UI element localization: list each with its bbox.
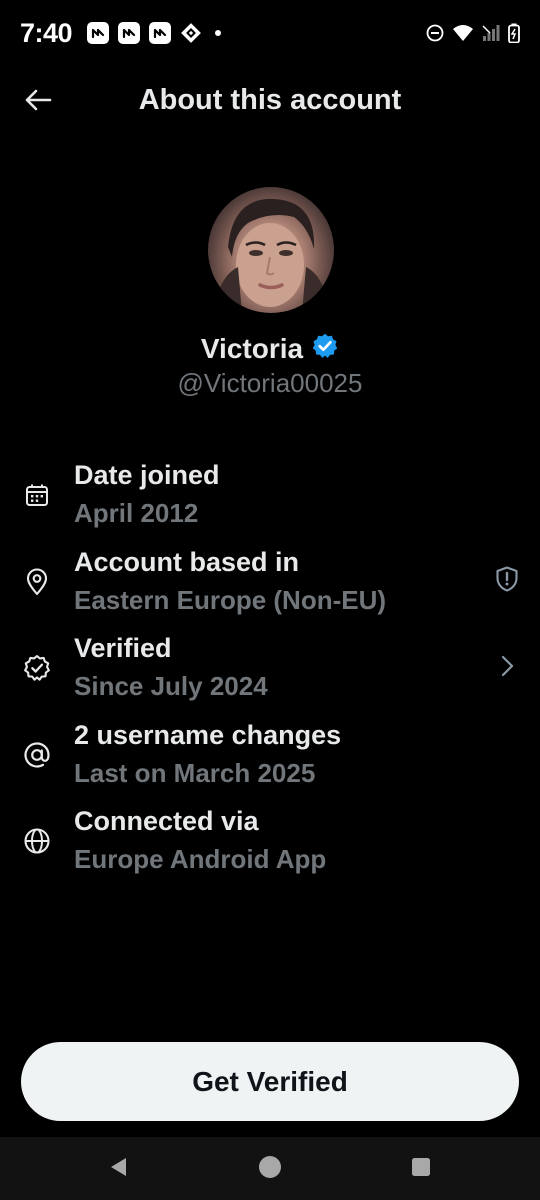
info-row-verified[interactable]: Verified Since July 2024 bbox=[0, 625, 540, 712]
at-sign-icon bbox=[22, 740, 52, 770]
diamond-app-icon bbox=[180, 22, 202, 44]
info-text: Date joined April 2012 bbox=[74, 456, 220, 532]
info-text: Verified Since July 2024 bbox=[74, 629, 268, 705]
info-title: Account based in bbox=[74, 546, 300, 577]
info-subtitle: Europe Android App bbox=[74, 844, 327, 874]
verified-badge-icon bbox=[311, 332, 339, 365]
info-title: 2 username changes bbox=[74, 719, 342, 750]
clock: 7:40 bbox=[20, 17, 73, 48]
n-app-icon bbox=[118, 22, 141, 44]
location-info-button[interactable] bbox=[492, 565, 522, 598]
n-app-icon bbox=[87, 22, 110, 44]
avatar-portrait bbox=[214, 198, 328, 313]
system-navigation-bar bbox=[0, 1137, 540, 1200]
more-notifications-dot bbox=[215, 30, 222, 36]
globe-icon bbox=[22, 826, 52, 856]
about-account-screen: 7:40 About this account Victoria @Victor… bbox=[0, 0, 540, 1200]
info-text: 2 username changes Last on March 2025 bbox=[74, 716, 341, 792]
chevron-right-icon bbox=[497, 653, 517, 684]
battery-icon bbox=[508, 23, 520, 43]
info-subtitle: April 2012 bbox=[74, 498, 199, 528]
verified-details-button[interactable] bbox=[492, 653, 522, 683]
info-title: Verified bbox=[74, 633, 172, 663]
do-not-disturb-icon bbox=[426, 24, 444, 42]
location-pin-icon bbox=[22, 567, 52, 597]
info-subtitle: Last on March 2025 bbox=[74, 757, 316, 788]
recents-square-icon bbox=[409, 1155, 433, 1184]
avatar[interactable] bbox=[208, 187, 334, 313]
wifi-icon bbox=[452, 24, 474, 42]
calendar-icon bbox=[22, 480, 52, 510]
info-text: Connected via Europe Android App bbox=[74, 802, 326, 878]
status-left: 7:40 bbox=[20, 17, 222, 49]
info-row-date-joined: Date joined April 2012 bbox=[0, 452, 540, 539]
info-row-connected-via: Connected via Europe Android App bbox=[0, 798, 540, 885]
status-right bbox=[426, 23, 520, 43]
back-triangle-icon bbox=[107, 1155, 131, 1184]
name-row: Victoria bbox=[0, 332, 540, 365]
header: About this account bbox=[0, 72, 540, 132]
n-app-icon bbox=[149, 22, 172, 44]
get-verified-button[interactable]: Get Verified bbox=[21, 1042, 519, 1121]
info-text: Account based in Eastern Europe (Non-EU) bbox=[74, 543, 386, 619]
nav-back-button[interactable] bbox=[105, 1155, 133, 1183]
nav-home-button[interactable] bbox=[256, 1155, 284, 1183]
info-title: Date joined bbox=[74, 460, 220, 490]
info-subtitle: Eastern Europe (Non-EU) bbox=[74, 584, 387, 615]
info-subtitle: Since July 2024 bbox=[74, 671, 268, 701]
display-name: Victoria bbox=[200, 332, 304, 364]
page-title: About this account bbox=[138, 84, 402, 116]
verified-badge-outline-icon bbox=[22, 653, 52, 683]
nav-recents-button[interactable] bbox=[407, 1155, 435, 1183]
info-row-username-changes: 2 username changes Last on March 2025 bbox=[0, 712, 540, 799]
info-title: Connected via bbox=[74, 806, 259, 836]
handle: @Victoria00025 bbox=[177, 368, 363, 398]
home-circle-icon bbox=[258, 1155, 282, 1184]
account-info-list: Date joined April 2012 Account based in … bbox=[0, 452, 540, 885]
signal-icon bbox=[482, 24, 500, 42]
status-bar: 7:40 bbox=[0, 0, 540, 66]
info-row-account-based-in: Account based in Eastern Europe (Non-EU) bbox=[0, 539, 540, 626]
shield-alert-icon bbox=[494, 565, 520, 598]
